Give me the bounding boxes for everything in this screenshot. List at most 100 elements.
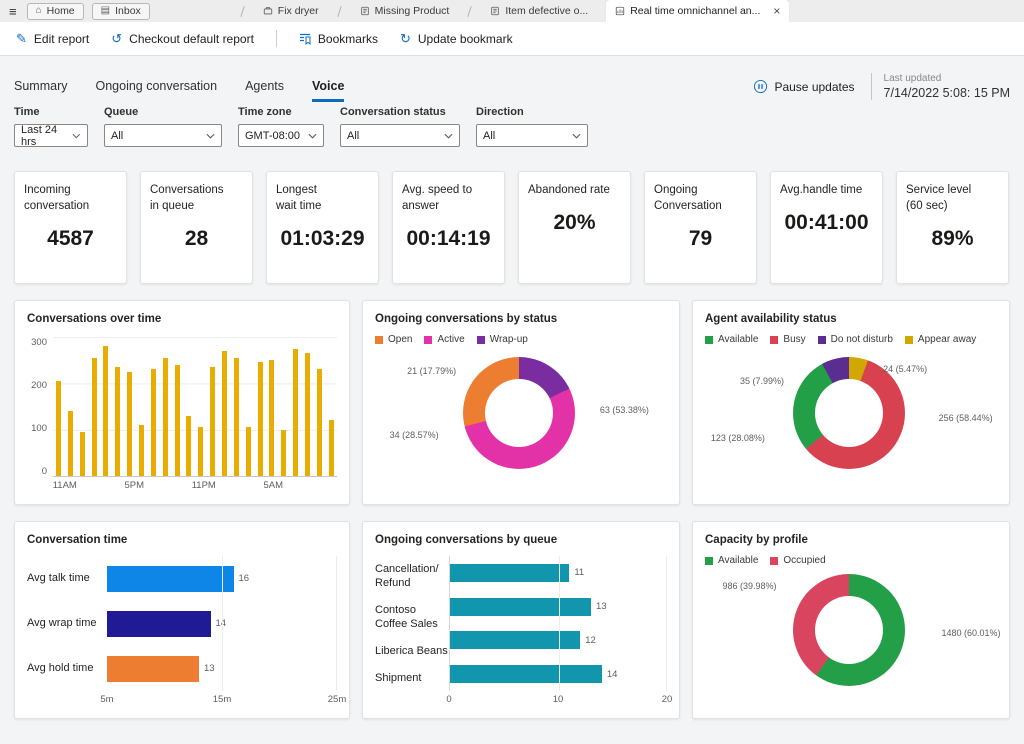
command-toolbar: ✎ Edit report ↺ Checkout default report … [0,22,1024,56]
checkout-default-report-button[interactable]: ↺ Checkout default report [111,32,254,46]
queue-filter-select[interactable]: All [104,124,222,147]
direction-filter-label: Direction [476,106,588,118]
tab-home[interactable]: ⌂ Home [27,3,84,20]
kpi-avg-speed-to-answer: Avg. speed to answer 00:14:19 [392,171,505,284]
kpi-title: Incoming conversation [24,182,117,214]
pause-updates-button[interactable]: Pause updates [753,79,854,94]
bar [80,432,85,476]
plot-area: 11131214 [449,556,667,691]
update-bookmark-button[interactable]: ↻ Update bookmark [400,32,513,46]
kpi-incoming-conversation: Incoming conversation 4587 [14,171,127,284]
tab-missing-product[interactable]: Missing Product [352,3,458,20]
direction-filter-select[interactable]: All [476,124,588,147]
x-tick-label: 11PM [192,480,216,491]
time-filter-select[interactable]: Last 24 hrs [14,124,88,147]
bar [68,411,73,476]
chart-title: Conversation time [27,534,337,546]
update-bookmark-label: Update bookmark [418,32,513,46]
tab-item-defective[interactable]: Item defective o... [482,3,596,20]
tab-summary[interactable]: Summary [14,79,67,102]
last-updated: Last updated 7/14/2022 5:08: 15 PM [871,73,1010,100]
dashboard-content: Summary Ongoing conversation Agents Voic… [0,64,1024,719]
bar [107,566,234,592]
tab-label: Item defective o... [505,5,588,17]
time-filter-value: Last 24 hrs [21,124,72,148]
report-nav-row: Summary Ongoing conversation Agents Voic… [14,64,1010,102]
category-axis: Cancellation/ RefundContoso Coffee Sales… [375,556,449,691]
bar [293,349,298,476]
value-label: 13 [204,663,215,674]
kpi-title: Avg. speed to answer [402,182,495,214]
chevron-down-icon [444,133,453,139]
legend-item: Appear away [905,334,976,345]
hamburger-menu-icon[interactable]: ≡ [9,4,17,19]
tab-divider [337,6,341,17]
kpi-value: 79 [654,227,747,251]
bar [92,358,97,476]
timezone-filter: Time zone GMT-08:00 [238,106,324,147]
donut-callouts: 24 (5.47%)35 (7.99%)256 (58.44%)123 (28.… [705,345,997,492]
timezone-filter-select[interactable]: GMT-08:00 [238,124,324,147]
direction-filter-value: All [483,130,495,142]
tab-agents[interactable]: Agents [245,79,284,102]
charts-row-1: Conversations over time 3002001000 11AM5… [14,300,1010,505]
legend-item: Busy [770,334,805,345]
x-axis: 5m15m25m [27,691,337,706]
legend-label: Wrap-up [490,334,528,345]
last-updated-label: Last updated [884,73,1010,84]
legend-label: Available [718,555,758,566]
tab-ongoing-conversation[interactable]: Ongoing conversation [95,79,217,102]
category-label: Shipment [375,671,449,685]
bar [175,365,180,476]
bookmark-icon [299,32,311,45]
donut-callout: 63 (53.38%) [600,405,649,415]
tab-label: Real time omnichannel an... [630,5,760,17]
chevron-down-icon [206,133,215,139]
tab-voice[interactable]: Voice [312,79,344,102]
tab-label: Missing Product [375,5,450,17]
filters-row: Time Last 24 hrs Queue All Time zone GMT… [14,106,1010,147]
kpi-value: 00:14:19 [402,227,495,251]
legend-label: Available [718,334,758,345]
donut-callouts: 21 (17.79%)63 (53.38%)34 (28.57%) [375,345,667,492]
tab-divider [468,6,472,17]
legend-label: Active [437,334,464,345]
edit-report-label: Edit report [34,32,89,46]
close-icon[interactable]: × [773,4,780,18]
donut-callout: 24 (5.47%) [883,364,927,374]
x-tick-label: 11AM [53,480,77,491]
bar [450,598,591,616]
chart-legend: AvailableOccupied [705,555,997,566]
kpi-title: Conversations in queue [150,182,243,214]
gridline [222,556,223,691]
category-label: Avg talk time [27,571,107,585]
legend-swatch [424,336,432,344]
tab-fix-dryer[interactable]: Fix dryer [255,3,327,20]
bar [246,427,251,476]
conversation-status-filter-select[interactable]: All [340,124,460,147]
tab-inbox[interactable]: ▤ Inbox [92,3,150,20]
bookmarks-button[interactable]: Bookmarks [299,32,378,46]
category-label: Avg wrap time [27,616,107,630]
legend-swatch [477,336,485,344]
form-icon [360,6,370,16]
category-axis: Avg talk timeAvg wrap timeAvg hold time [27,556,107,691]
queue-filter: Queue All [104,106,222,147]
time-filter: Time Last 24 hrs [14,106,88,147]
nav-right: Pause updates Last updated 7/14/2022 5:0… [753,73,1010,102]
kpi-row: Incoming conversation 4587 Conversations… [14,171,1010,284]
x-tick-label: 15m [213,694,231,705]
legend-label: Busy [783,334,805,345]
legend-label: Open [388,334,412,345]
tab-label: Home [47,5,75,17]
bar [305,353,310,476]
card-conversations-over-time: Conversations over time 3002001000 11AM5… [14,300,350,505]
timezone-filter-label: Time zone [238,106,324,118]
legend-swatch [770,557,778,565]
x-tick-label: 10 [553,694,564,705]
edit-report-button[interactable]: ✎ Edit report [16,32,89,46]
bar [317,369,322,476]
tab-real-time-omnichannel[interactable]: Real time omnichannel an... × [606,0,789,22]
bar [222,351,227,476]
toolbar-divider [276,30,277,47]
